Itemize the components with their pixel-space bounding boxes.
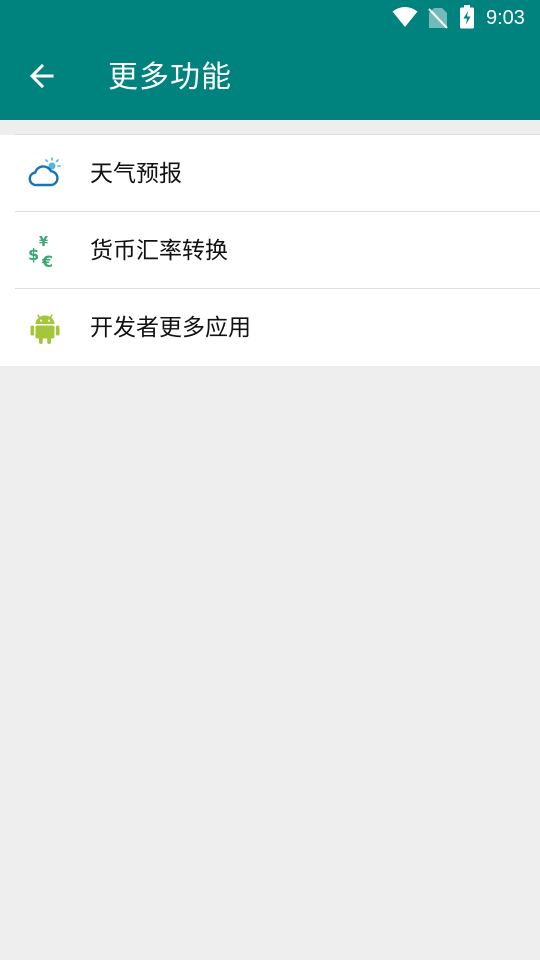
page-title: 更多功能	[108, 60, 232, 95]
arrow-back-icon	[28, 62, 56, 94]
list-item-currency-exchange[interactable]: ¥ $ € 货币汇率转换	[0, 212, 540, 289]
list-item-label: 天气预报	[90, 161, 182, 187]
android-icon	[28, 311, 62, 345]
wifi-icon	[392, 6, 418, 32]
currency-exchange-icon: ¥ $ €	[28, 234, 62, 271]
status-bar: 9:03	[0, 0, 540, 36]
feature-list: 天气预报 ¥ $ € 货币汇率转换 开发者更多应用	[0, 134, 540, 366]
app-bar: 9:03 更多功能	[0, 0, 540, 120]
status-time: 9:03	[486, 7, 525, 29]
svg-text:€: €	[41, 252, 53, 268]
battery-charging-icon	[459, 5, 475, 33]
list-item-label: 开发者更多应用	[90, 315, 251, 341]
back-button[interactable]	[20, 56, 64, 100]
list-item-weather[interactable]: 天气预报	[0, 135, 540, 212]
list-item-label: 货币汇率转换	[90, 238, 228, 264]
list-item-more-apps[interactable]: 开发者更多应用	[0, 289, 540, 366]
weather-icon	[28, 157, 62, 191]
svg-text:¥: ¥	[39, 235, 48, 250]
svg-text:$: $	[28, 245, 39, 264]
no-sim-icon	[428, 7, 448, 33]
